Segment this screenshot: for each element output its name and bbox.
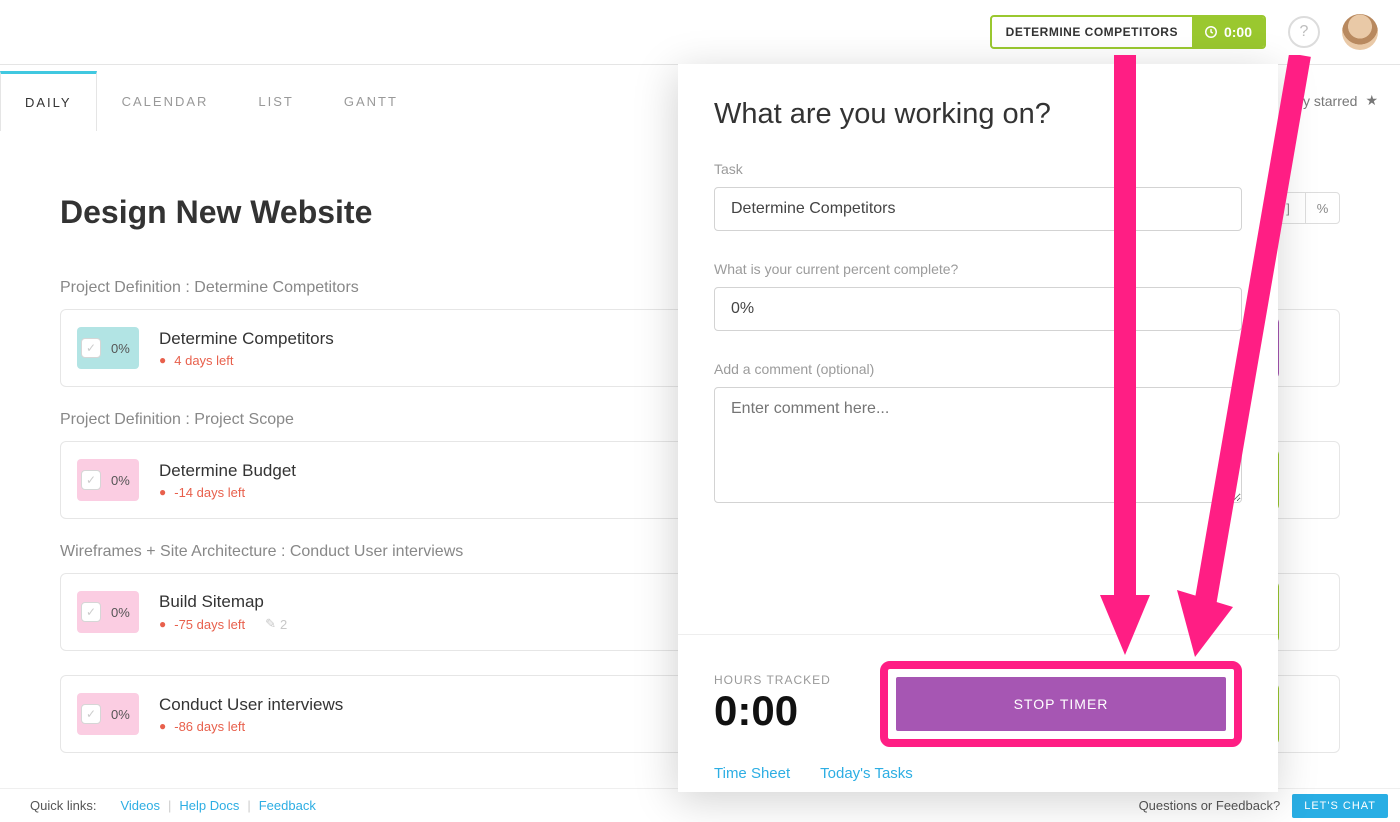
task-title: Build Sitemap [159, 592, 287, 612]
seg-percent[interactable]: % [1305, 193, 1339, 223]
task-title: Conduct User interviews [159, 695, 343, 715]
view-tabs: DAILY CALENDAR LIST GANTT [0, 71, 423, 131]
todays-tasks-link[interactable]: Today's Tasks [820, 765, 913, 782]
task-percent-badge[interactable]: ✓ 0% [77, 591, 139, 633]
task-percent: 0% [111, 473, 130, 488]
clock-icon: ● [159, 485, 166, 499]
comments-count[interactable]: ✎ 2 [265, 616, 287, 632]
modal-links: Time Sheet Today's Tasks [714, 765, 913, 782]
clock-icon: ● [159, 617, 166, 631]
check-icon[interactable]: ✓ [81, 470, 101, 490]
task-body: Determine Budget ● -14 days left [159, 461, 296, 500]
clock-icon: ● [159, 719, 166, 733]
stop-timer-button[interactable]: STOP TIMER [896, 677, 1226, 731]
task-due: -75 days left [174, 617, 245, 632]
task-meta: ● -86 days left [159, 719, 343, 734]
task-body: Determine Competitors ● 4 days left [159, 329, 334, 368]
task-percent: 0% [111, 605, 130, 620]
help-button[interactable]: ? [1288, 16, 1320, 48]
clock-icon: ● [159, 353, 166, 367]
star-icon: ★ [1365, 92, 1378, 109]
percent-field-label: What is your current percent complete? [714, 261, 1242, 277]
modal-footer: HOURS TRACKED 0:00 STOP TIMER [678, 634, 1278, 747]
active-timer-chip[interactable]: DETERMINE COMPETITORS 0:00 [990, 15, 1266, 49]
check-icon[interactable]: ✓ [81, 602, 101, 622]
starred-label: nly starred [1292, 93, 1357, 109]
avatar[interactable] [1342, 14, 1378, 50]
divider: | [247, 798, 250, 813]
questions-label: Questions or Feedback? [1139, 798, 1281, 813]
task-percent-badge[interactable]: ✓ 0% [77, 327, 139, 369]
task-body: Conduct User interviews ● -86 days left [159, 695, 343, 734]
task-input[interactable] [714, 187, 1242, 231]
footer: Quick links: Videos | Help Docs | Feedba… [0, 788, 1400, 822]
display-segment: ] % [1270, 192, 1340, 224]
task-title: Determine Budget [159, 461, 296, 481]
task-due: 4 days left [174, 353, 233, 368]
hours-label: HOURS TRACKED [714, 673, 831, 687]
clock-icon [1204, 25, 1218, 39]
tab-calendar[interactable]: CALENDAR [97, 71, 234, 131]
timer-modal: What are you working on? Task What is yo… [678, 64, 1278, 792]
comment-field-label: Add a comment (optional) [714, 361, 1242, 377]
task-meta: ● -75 days left ✎ 2 [159, 616, 287, 632]
tab-daily[interactable]: DAILY [0, 71, 97, 131]
task-percent-badge[interactable]: ✓ 0% [77, 693, 139, 735]
task-meta: ● 4 days left [159, 353, 334, 368]
comment-textarea[interactable] [714, 387, 1242, 503]
check-icon[interactable]: ✓ [81, 338, 101, 358]
timer-chip-time-text: 0:00 [1224, 24, 1252, 40]
task-meta: ● -14 days left [159, 485, 296, 500]
topbar: DETERMINE COMPETITORS 0:00 ? [0, 0, 1400, 64]
task-percent: 0% [111, 341, 130, 356]
task-due: -86 days left [174, 719, 245, 734]
divider: | [168, 798, 171, 813]
quick-links-label: Quick links: [30, 798, 96, 813]
task-due: -14 days left [174, 485, 245, 500]
timesheet-link[interactable]: Time Sheet [714, 765, 790, 782]
starred-toggle[interactable]: nly starred ★ [1292, 92, 1378, 109]
comments-number: 2 [280, 617, 287, 632]
timer-chip-time: 0:00 [1192, 17, 1264, 47]
task-percent-badge[interactable]: ✓ 0% [77, 459, 139, 501]
videos-link[interactable]: Videos [120, 798, 160, 813]
timer-chip-label: DETERMINE COMPETITORS [992, 25, 1192, 39]
task-body: Build Sitemap ● -75 days left ✎ 2 [159, 592, 287, 632]
right-toolbar: nly starred ★ [1292, 92, 1378, 109]
modal-heading: What are you working on? [714, 98, 1242, 131]
chat-button[interactable]: LET'S CHAT [1292, 794, 1388, 818]
hours-value: 0:00 [714, 687, 831, 735]
task-title: Determine Competitors [159, 329, 334, 349]
help-docs-link[interactable]: Help Docs [179, 798, 239, 813]
speech-bubble-icon: ✎ [265, 616, 276, 632]
feedback-link[interactable]: Feedback [259, 798, 316, 813]
hours-tracked: HOURS TRACKED 0:00 [714, 673, 831, 735]
task-field-label: Task [714, 161, 1242, 177]
tab-list[interactable]: LIST [233, 71, 318, 131]
task-percent: 0% [111, 707, 130, 722]
stop-highlight: STOP TIMER [880, 661, 1242, 747]
percent-input[interactable] [714, 287, 1242, 331]
tab-gantt[interactable]: GANTT [319, 71, 423, 131]
check-icon[interactable]: ✓ [81, 704, 101, 724]
